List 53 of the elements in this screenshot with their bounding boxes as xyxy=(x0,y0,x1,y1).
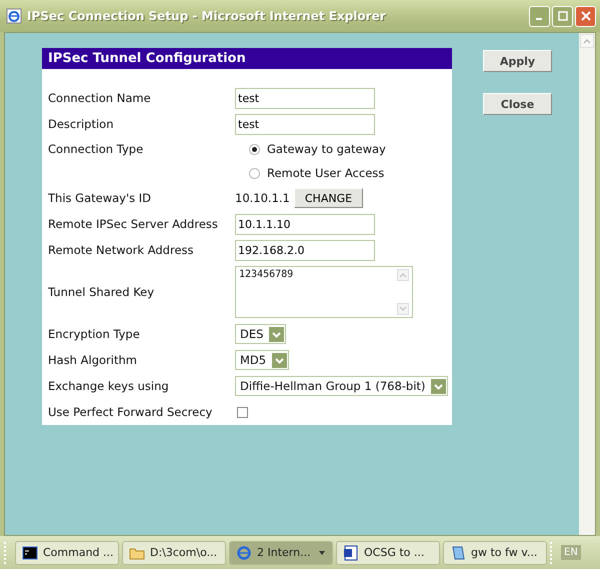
taskbar-button[interactable]: gw to fw v... xyxy=(443,540,547,564)
field-label: Encryption Type xyxy=(48,327,141,341)
notepad-icon xyxy=(450,544,466,560)
minimize-icon xyxy=(536,18,542,20)
field-label: Remote Network Address xyxy=(48,243,194,257)
window-title: IPSec Connection Setup - Microsoft Internet Explorer xyxy=(27,9,387,23)
checkbox[interactable] xyxy=(237,406,248,418)
action-button[interactable]: Apply xyxy=(483,50,552,72)
field-label: Hash Algorithm xyxy=(48,353,138,367)
scrollbar[interactable] xyxy=(579,33,595,535)
gateway-id: 10.10.1.1 xyxy=(235,191,290,205)
text-field[interactable]: 192.168.2.0 xyxy=(235,240,375,260)
minimize-button[interactable] xyxy=(529,6,550,26)
action-button[interactable]: Close xyxy=(483,93,552,115)
field-label: Use Perfect Forward Secrecy xyxy=(48,405,214,419)
console-icon xyxy=(22,544,38,560)
key-value: 123456789 xyxy=(238,268,294,282)
panel-header: IPSec Tunnel Configuration xyxy=(42,48,452,69)
field-label: Exchange keys using xyxy=(48,379,170,393)
field-label: Tunnel Shared Key xyxy=(48,285,156,299)
radio-label: Remote User Access xyxy=(267,166,384,180)
dropdown[interactable]: Diffie-Hellman Group 1 (768-bit) xyxy=(235,376,448,396)
maximize-button[interactable] xyxy=(552,6,573,26)
radio-label: Gateway to gateway xyxy=(267,142,386,156)
scroll-down-icon[interactable] xyxy=(397,303,409,315)
text-area[interactable]: 123456789 xyxy=(235,266,413,318)
close-button[interactable] xyxy=(575,6,596,26)
field-label: This Gateway's ID xyxy=(48,191,152,205)
field-label: Connection Name xyxy=(48,91,152,105)
scroll-up-icon[interactable] xyxy=(580,34,594,48)
radio-button[interactable] xyxy=(249,144,260,154)
radio-button[interactable] xyxy=(249,168,260,178)
browser-icon xyxy=(236,544,252,560)
field-label: Description xyxy=(48,117,114,131)
taskbar-button[interactable]: D:\3com\o... xyxy=(122,540,226,564)
dropdown[interactable]: MD5 xyxy=(235,350,290,370)
maximize-icon xyxy=(558,11,568,21)
taskbar-button[interactable]: OCSG to ... xyxy=(336,540,440,564)
scrollbar[interactable] xyxy=(396,267,412,317)
field-label: Connection Type xyxy=(48,142,144,156)
field-label: Remote IPSec Server Address xyxy=(48,217,219,231)
taskbar-button[interactable]: Command ... xyxy=(15,540,119,564)
change-button[interactable]: CHANGE xyxy=(294,188,364,208)
scroll-up-icon[interactable] xyxy=(397,269,409,281)
text-field[interactable]: 10.1.1.10 xyxy=(235,214,375,234)
dropdown[interactable]: DES xyxy=(235,324,286,344)
document-icon xyxy=(343,544,359,560)
taskbar-button[interactable]: 2 Intern... xyxy=(229,540,333,564)
browser-icon xyxy=(6,8,22,24)
text-field[interactable]: test xyxy=(235,88,375,108)
caret-icon[interactable] xyxy=(318,548,326,556)
close-icon xyxy=(580,11,590,21)
text-field[interactable]: test xyxy=(235,114,375,134)
